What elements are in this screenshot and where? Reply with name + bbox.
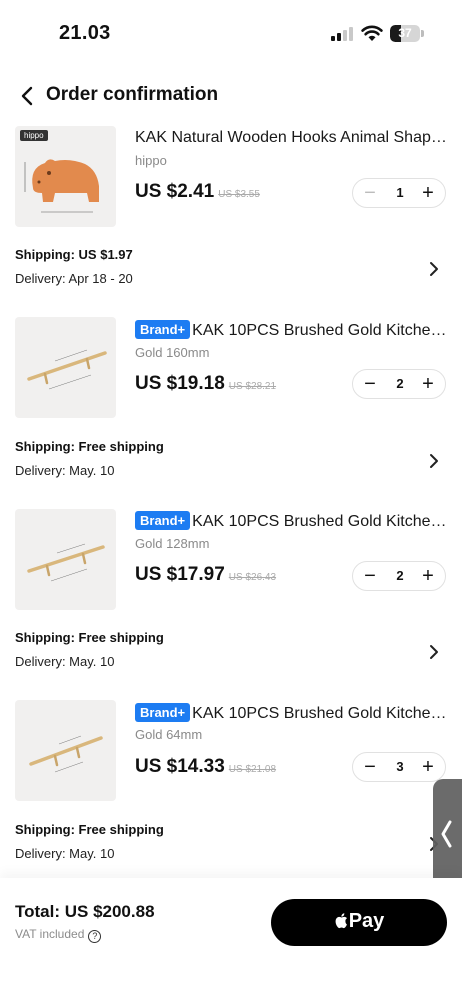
status-time: 21.03 (59, 22, 111, 44)
quantity-stepper: − 2 + (352, 561, 446, 591)
increase-quantity-button[interactable]: + (415, 372, 441, 396)
product-price: US $14.33 US $21.08 (135, 756, 276, 778)
delivery-label: Delivery: May. 10 (15, 654, 115, 669)
pay-label: Pay (348, 910, 385, 932)
increase-quantity-button[interactable]: + (415, 755, 441, 779)
side-panel-handle[interactable] (433, 779, 462, 890)
order-total: Total: US $200.88 (15, 902, 155, 921)
original-price: US $3.55 (218, 189, 260, 200)
brand-plus-badge: Brand+ (135, 703, 191, 722)
decrease-quantity-button[interactable]: − (357, 372, 383, 396)
delivery-label: Delivery: Apr 18 - 20 (15, 271, 133, 286)
checkout-footer: Total: US $200.88 VAT included? Pay (0, 878, 462, 1000)
product-variant: hippo (135, 153, 167, 168)
current-price: US $17.97 (135, 564, 225, 585)
quantity-stepper: − 3 + (352, 752, 446, 782)
product-image[interactable] (15, 509, 116, 610)
shipping-label: Shipping: Free shipping (15, 822, 164, 837)
wifi-icon (361, 25, 383, 41)
product-title-text: KAK Natural Wooden Hooks Animal Shape Wa… (135, 129, 447, 146)
shipping-row[interactable]: Shipping: Free shipping Delivery: May. 1… (0, 439, 462, 485)
battery-icon: 37 (390, 25, 424, 42)
original-price: US $21.08 (228, 764, 277, 775)
chevron-right-icon (430, 454, 438, 468)
shipping-row[interactable]: Shipping: Free shipping Delivery: May. 1… (0, 822, 462, 868)
chevron-right-icon (430, 645, 438, 659)
product-title-text: KAK 10PCS Brushed Gold Kitchen Cabinet H… (192, 513, 447, 530)
header: Order confirmation (0, 76, 462, 116)
product-image[interactable] (15, 700, 116, 801)
chevron-left-icon (441, 820, 452, 848)
apple-logo-icon (335, 913, 347, 929)
shipping-label: Shipping: Free shipping (15, 630, 164, 645)
brand-plus-badge: Brand+ (135, 511, 191, 530)
current-price: US $19.18 (135, 373, 225, 394)
product-title[interactable]: Brand+KAK 10PCS Brushed Gold Kitchen Cab… (135, 320, 447, 340)
product-variant: Gold 128mm (135, 536, 210, 551)
quantity-stepper: − 2 + (352, 369, 446, 399)
current-price: US $14.33 (135, 756, 225, 777)
shipping-row[interactable]: Shipping: US $1.97 Delivery: Apr 18 - 20 (0, 247, 462, 293)
delivery-label: Delivery: May. 10 (15, 846, 115, 861)
increase-quantity-button[interactable]: + (415, 564, 441, 588)
product-title[interactable]: Brand+KAK 10PCS Brushed Gold Kitchen Cab… (135, 703, 447, 723)
product-price: US $17.97 US $26.43 (135, 564, 276, 586)
quantity-value: 2 (396, 568, 404, 583)
vat-label: VAT included (15, 927, 85, 941)
info-icon[interactable]: ? (88, 930, 102, 943)
product-image-tag: hippo (20, 130, 48, 141)
product-title[interactable]: Brand+KAK 10PCS Brushed Gold Kitchen Cab… (135, 511, 447, 531)
increase-quantity-button[interactable]: + (415, 181, 441, 205)
quantity-value: 1 (396, 185, 404, 200)
product-image[interactable]: hippo (15, 126, 116, 227)
product-price: US $2.41 US $3.55 (135, 181, 260, 203)
original-price: US $28.21 (228, 381, 277, 392)
delivery-label: Delivery: May. 10 (15, 463, 115, 478)
decrease-quantity-button[interactable]: − (357, 181, 383, 205)
shipping-row[interactable]: Shipping: Free shipping Delivery: May. 1… (0, 630, 462, 676)
product-variant: Gold 160mm (135, 345, 210, 360)
product-image[interactable] (15, 317, 116, 418)
battery-percent: 37 (398, 26, 412, 40)
original-price: US $26.43 (228, 572, 277, 583)
brand-plus-badge: Brand+ (135, 320, 191, 339)
product-title-text: KAK 10PCS Brushed Gold Kitchen Cabinet H… (192, 705, 447, 722)
quantity-stepper: − 1 + (352, 178, 446, 208)
shipping-label: Shipping: Free shipping (15, 439, 164, 454)
cellular-signal-icon (331, 27, 353, 41)
decrease-quantity-button[interactable]: − (357, 755, 383, 779)
chevron-right-icon (430, 262, 438, 276)
vat-note: VAT included? (15, 927, 102, 943)
product-title[interactable]: KAK Natural Wooden Hooks Animal Shape Wa… (135, 129, 447, 147)
decrease-quantity-button[interactable]: − (357, 564, 383, 588)
quantity-value: 3 (396, 759, 404, 774)
product-variant: Gold 64mm (135, 727, 203, 742)
page-title: Order confirmation (46, 84, 219, 105)
current-price: US $2.41 (135, 181, 215, 202)
status-bar: 21.03 37 (0, 0, 462, 70)
apple-pay-button[interactable]: Pay (271, 899, 447, 946)
shipping-label: Shipping: US $1.97 (15, 247, 133, 262)
product-title-text: KAK 10PCS Brushed Gold Kitchen Cabinet H… (192, 322, 447, 339)
quantity-value: 2 (396, 376, 404, 391)
chevron-left-icon[interactable] (16, 82, 40, 110)
product-price: US $19.18 US $28.21 (135, 373, 276, 395)
